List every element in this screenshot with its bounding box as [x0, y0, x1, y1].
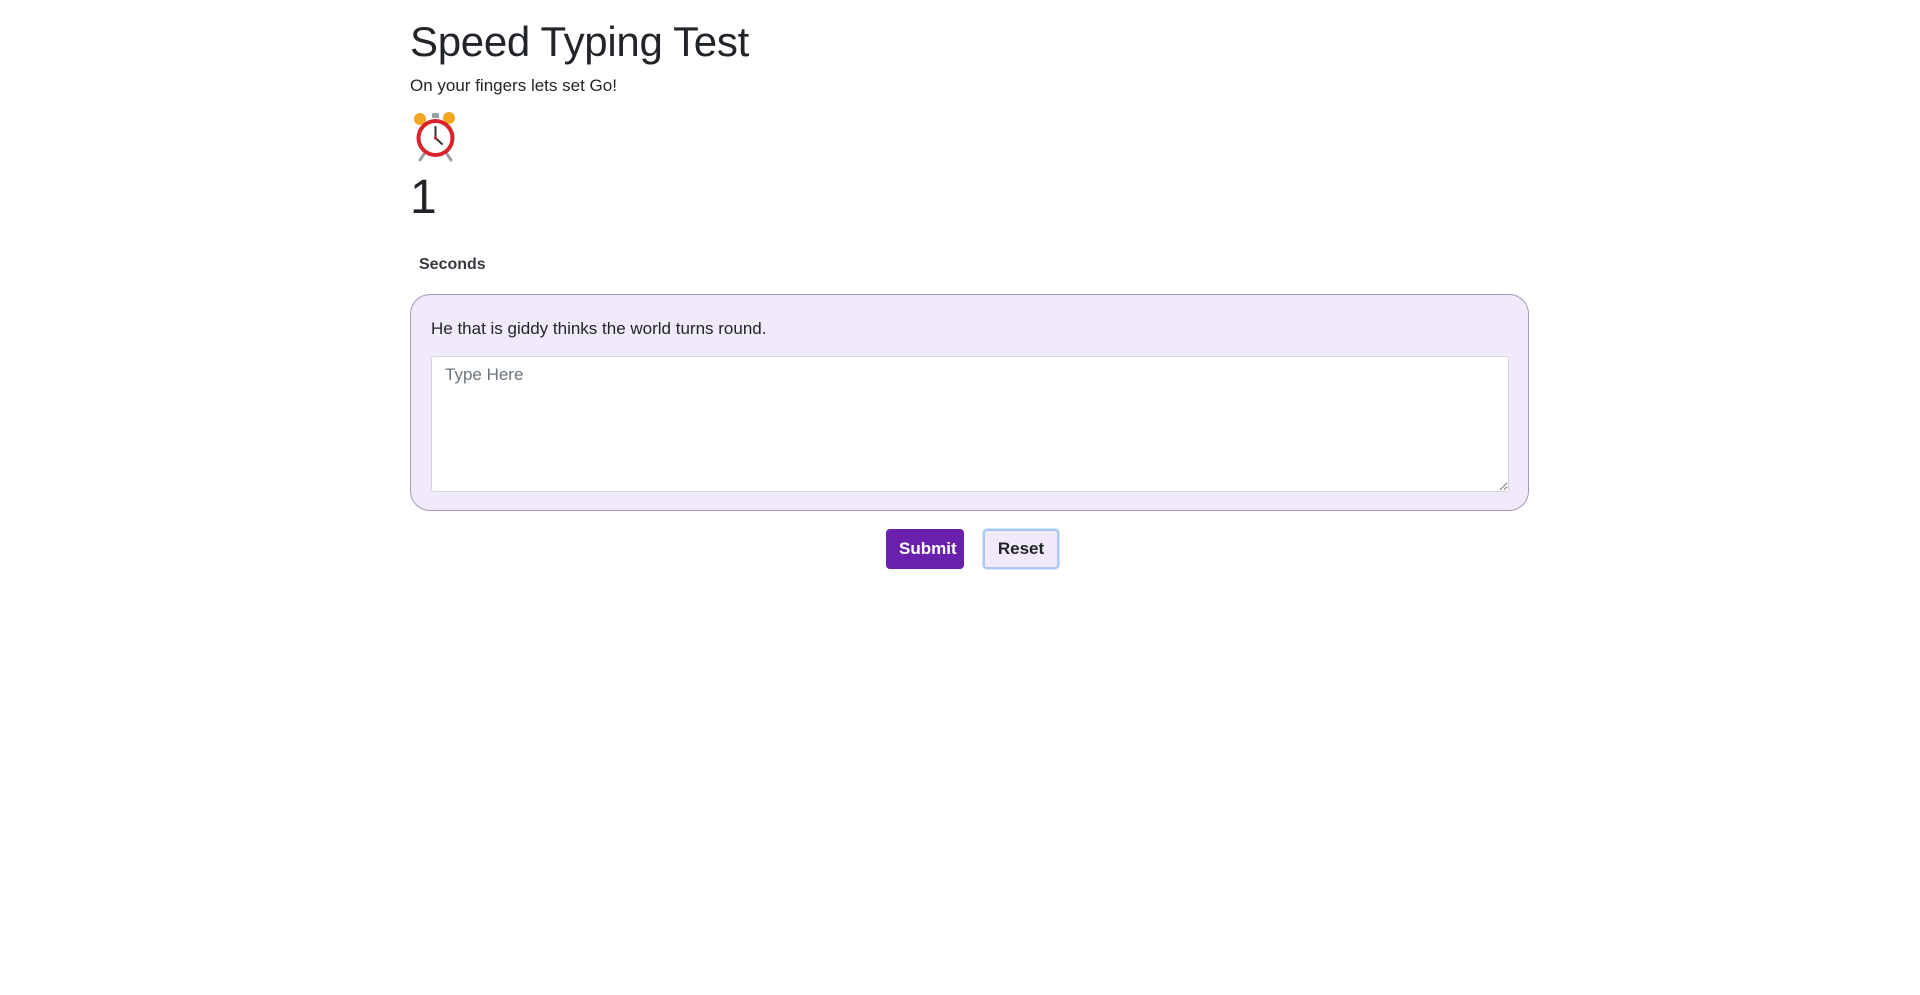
reset-button[interactable]: Reset — [983, 529, 1059, 569]
page-subtitle: On your fingers lets set Go! — [410, 76, 617, 95]
submit-button[interactable]: Submit — [886, 529, 964, 569]
timer-value: 1 — [410, 171, 437, 224]
page-title: Speed Typing Test — [410, 18, 749, 65]
typing-input[interactable] — [431, 356, 1509, 492]
typing-card: He that is giddy thinks the world turns … — [410, 294, 1529, 511]
timer-unit-label: Seconds — [419, 256, 486, 273]
quote-text: He that is giddy thinks the world turns … — [431, 319, 767, 338]
alarm-clock-icon — [410, 110, 462, 162]
